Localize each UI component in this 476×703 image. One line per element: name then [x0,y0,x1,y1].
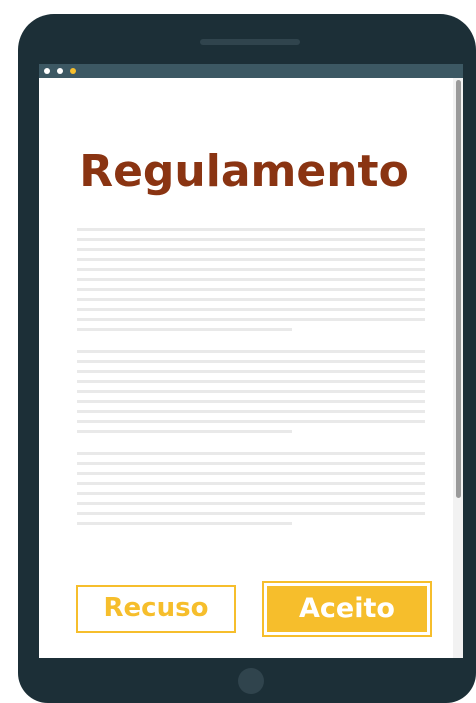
text-line-placeholder [77,400,425,403]
scrollbar-thumb[interactable] [456,80,461,498]
text-line-placeholder [77,308,425,311]
text-line-placeholder [77,390,425,393]
text-line-placeholder [77,288,425,291]
window-titlebar [39,64,463,78]
accept-button-label: Aceito [267,586,427,632]
text-line-placeholder [77,502,425,505]
home-button-icon[interactable] [238,668,264,694]
text-line-placeholder [77,328,292,331]
text-line-placeholder [77,462,425,465]
text-line-placeholder [77,420,425,423]
text-line-placeholder [77,278,425,281]
text-line-placeholder [77,430,292,433]
accept-button[interactable]: Aceito [262,581,432,637]
speaker-grille [200,39,300,45]
text-line-placeholder [77,370,425,373]
text-paragraph [77,228,425,338]
tablet-device: Regulamento Recuso Aceito [18,14,476,703]
text-paragraph [77,350,425,440]
text-line-placeholder [77,268,425,271]
vertical-scrollbar[interactable] [453,78,463,658]
screen: Regulamento Recuso Aceito [39,64,463,658]
text-line-placeholder [77,258,425,261]
text-line-placeholder [77,228,425,231]
text-line-placeholder [77,318,425,321]
text-line-placeholder [77,452,425,455]
refuse-button[interactable]: Recuso [76,585,236,633]
text-line-placeholder [77,522,292,525]
text-line-placeholder [77,248,425,251]
text-line-placeholder [77,298,425,301]
text-line-placeholder [77,410,425,413]
text-paragraph [77,452,425,532]
text-line-placeholder [77,238,425,241]
window-dot-highlight-icon[interactable] [70,68,76,74]
text-line-placeholder [77,492,425,495]
window-dot-icon[interactable] [57,68,63,74]
text-line-placeholder [77,512,425,515]
text-line-placeholder [77,472,425,475]
text-line-placeholder [77,360,425,363]
text-line-placeholder [77,482,425,485]
text-line-placeholder [77,350,425,353]
window-dot-icon[interactable] [44,68,50,74]
page-title: Regulamento [79,146,409,197]
text-line-placeholder [77,380,425,383]
